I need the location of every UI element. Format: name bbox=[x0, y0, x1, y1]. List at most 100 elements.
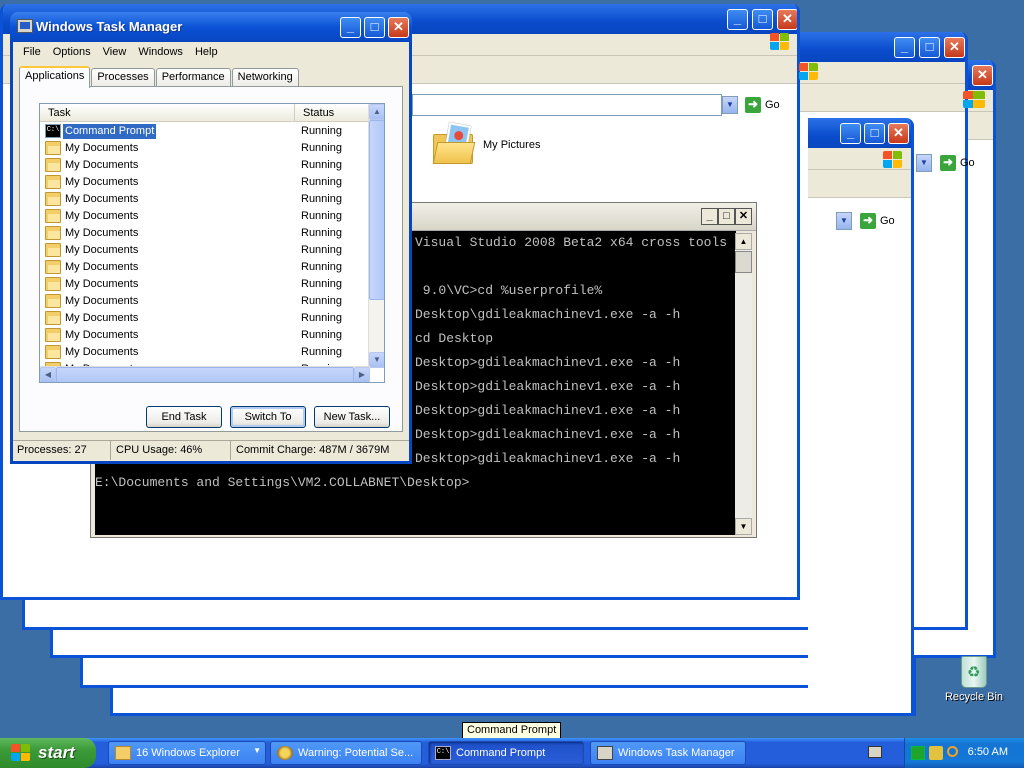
task-status: Running bbox=[301, 210, 342, 222]
minimize-button[interactable]: _ bbox=[340, 17, 361, 38]
chevron-down-icon: ▼ bbox=[253, 746, 261, 755]
taskbar-button-task-manager[interactable]: Windows Task Manager bbox=[590, 741, 746, 765]
menu-view[interactable]: View bbox=[97, 46, 133, 58]
tab-applications[interactable]: Applications bbox=[19, 66, 91, 88]
task-row[interactable]: My Documents Running bbox=[42, 191, 370, 208]
folder-icon bbox=[45, 175, 61, 189]
task-row[interactable]: My Documents Running bbox=[42, 225, 370, 242]
close-button[interactable]: ✕ bbox=[777, 9, 797, 30]
explorer-window-6[interactable]: _ □ ✕ ▼ ➜ Go bbox=[808, 118, 914, 716]
task-list-vertical-scrollbar[interactable]: ▲ ▼ bbox=[368, 104, 384, 368]
menu-file[interactable]: File bbox=[17, 46, 47, 58]
tab-processes[interactable]: Processes bbox=[91, 68, 155, 87]
task-manager-title-bar[interactable]: Windows Task Manager _ □ ✕ bbox=[10, 12, 412, 42]
menu-options[interactable]: Options bbox=[47, 46, 97, 58]
task-status: Running bbox=[301, 125, 342, 137]
my-pictures-item[interactable]: My Pictures bbox=[432, 122, 540, 166]
close-button[interactable]: ✕ bbox=[388, 17, 409, 38]
go-arrow-icon: ➜ bbox=[745, 97, 761, 113]
maximize-button[interactable]: □ bbox=[364, 17, 385, 38]
address-dropdown-button[interactable]: ▼ bbox=[916, 154, 932, 172]
task-row[interactable]: My Documents Running bbox=[42, 242, 370, 259]
close-button[interactable]: ✕ bbox=[888, 123, 909, 144]
scroll-thumb[interactable] bbox=[369, 120, 384, 300]
close-button[interactable]: ✕ bbox=[972, 65, 993, 86]
column-status[interactable]: Status bbox=[295, 104, 370, 121]
address-bar[interactable] bbox=[412, 94, 722, 116]
tab-performance[interactable]: Performance bbox=[155, 68, 231, 87]
task-row[interactable]: My Documents Running bbox=[42, 327, 370, 344]
task-row[interactable]: My Documents Running bbox=[42, 174, 370, 191]
minimize-button[interactable]: _ bbox=[727, 9, 748, 30]
minimize-button[interactable]: _ bbox=[701, 208, 718, 225]
menu-help[interactable]: Help bbox=[189, 46, 224, 58]
task-row[interactable]: My Documents Running bbox=[42, 293, 370, 310]
go-button[interactable]: ➜ Go bbox=[940, 154, 975, 172]
task-name: My Documents bbox=[65, 295, 139, 307]
address-dropdown-button[interactable]: ▼ bbox=[722, 96, 738, 114]
keyboard-icon[interactable] bbox=[868, 746, 882, 758]
minimize-button[interactable]: _ bbox=[840, 123, 861, 144]
scroll-up-button[interactable]: ▲ bbox=[735, 233, 752, 250]
address-dropdown-button[interactable]: ▼ bbox=[836, 212, 852, 230]
task-row[interactable]: My Documents Running bbox=[42, 208, 370, 225]
task-name: My Documents bbox=[65, 312, 139, 324]
task-name: My Documents bbox=[65, 244, 139, 256]
task-manager-icon bbox=[17, 19, 33, 33]
network-icon[interactable] bbox=[929, 746, 943, 760]
scroll-right-button[interactable]: ▶ bbox=[354, 367, 370, 382]
task-manager-window[interactable]: Windows Task Manager _ □ ✕ File Options … bbox=[10, 12, 412, 464]
close-button[interactable]: ✕ bbox=[735, 208, 752, 225]
search-icon[interactable] bbox=[947, 746, 958, 757]
scroll-down-button[interactable]: ▼ bbox=[369, 352, 384, 368]
taskbar-button-windows-explorer[interactable]: 16 Windows Explorer ▼ bbox=[108, 741, 266, 765]
task-row[interactable]: My Documents Running bbox=[42, 259, 370, 276]
task-row[interactable]: My Documents Running bbox=[42, 157, 370, 174]
task-list-horizontal-scrollbar[interactable]: ◀ ▶ bbox=[40, 366, 370, 382]
scroll-down-button[interactable]: ▼ bbox=[735, 518, 752, 535]
start-button[interactable]: start bbox=[0, 738, 96, 768]
task-rows: C:\ Command Prompt Running My Documents Runn… bbox=[42, 123, 370, 378]
windows-logo-icon bbox=[798, 62, 820, 82]
maximize-button[interactable]: □ bbox=[864, 123, 885, 144]
maximize-button[interactable]: □ bbox=[718, 208, 735, 225]
menu-windows[interactable]: Windows bbox=[132, 46, 189, 58]
task-list[interactable]: Task Status C:\ Command Prompt Running My D… bbox=[39, 103, 385, 383]
scroll-left-button[interactable]: ◀ bbox=[40, 367, 56, 382]
tab-networking[interactable]: Networking bbox=[231, 68, 299, 87]
recycle-bin[interactable]: Recycle Bin bbox=[944, 656, 1004, 703]
close-button[interactable]: ✕ bbox=[944, 37, 965, 58]
cmd-vertical-scrollbar[interactable]: ▲ ▼ bbox=[735, 233, 752, 535]
scroll-up-button[interactable]: ▲ bbox=[369, 104, 384, 120]
windows-logo-icon bbox=[769, 32, 791, 52]
scroll-thumb[interactable] bbox=[735, 251, 752, 273]
scroll-thumb[interactable] bbox=[56, 367, 354, 382]
maximize-button[interactable]: □ bbox=[919, 37, 940, 58]
task-status: Running bbox=[301, 159, 342, 171]
taskbar-button-command-prompt[interactable]: C:\ Command Prompt bbox=[428, 741, 584, 765]
end-task-button[interactable]: End Task bbox=[146, 406, 222, 428]
task-row[interactable]: My Documents Running bbox=[42, 310, 370, 327]
task-row[interactable]: My Documents Running bbox=[42, 344, 370, 361]
cmd-icon: C:\ bbox=[45, 124, 61, 138]
switch-to-button[interactable]: Switch To bbox=[230, 406, 306, 428]
clock[interactable]: 6:50 AM bbox=[968, 746, 1008, 758]
folder-icon bbox=[115, 746, 131, 760]
task-name: My Documents bbox=[65, 176, 139, 188]
task-row[interactable]: C:\ Command Prompt Running bbox=[42, 123, 370, 140]
go-button[interactable]: ➜ Go bbox=[860, 212, 895, 230]
folder-icon bbox=[45, 192, 61, 206]
column-task[interactable]: Task bbox=[40, 104, 295, 121]
minimize-button[interactable]: _ bbox=[894, 37, 915, 58]
task-row[interactable]: My Documents Running bbox=[42, 140, 370, 157]
go-button[interactable]: ➜ Go bbox=[745, 96, 780, 114]
maximize-button[interactable]: □ bbox=[752, 9, 773, 30]
new-task-button[interactable]: New Task... bbox=[314, 406, 390, 428]
taskbar-button-warning[interactable]: Warning: Potential Se... bbox=[270, 741, 422, 765]
task-name: My Documents bbox=[65, 193, 139, 205]
task-name: My Documents bbox=[65, 210, 139, 222]
task-row[interactable]: My Documents Running bbox=[42, 276, 370, 293]
my-pictures-folder-icon bbox=[432, 122, 476, 166]
recycle-bin-label: Recycle Bin bbox=[944, 691, 1004, 703]
task-manager-tray-icon[interactable] bbox=[911, 746, 925, 760]
